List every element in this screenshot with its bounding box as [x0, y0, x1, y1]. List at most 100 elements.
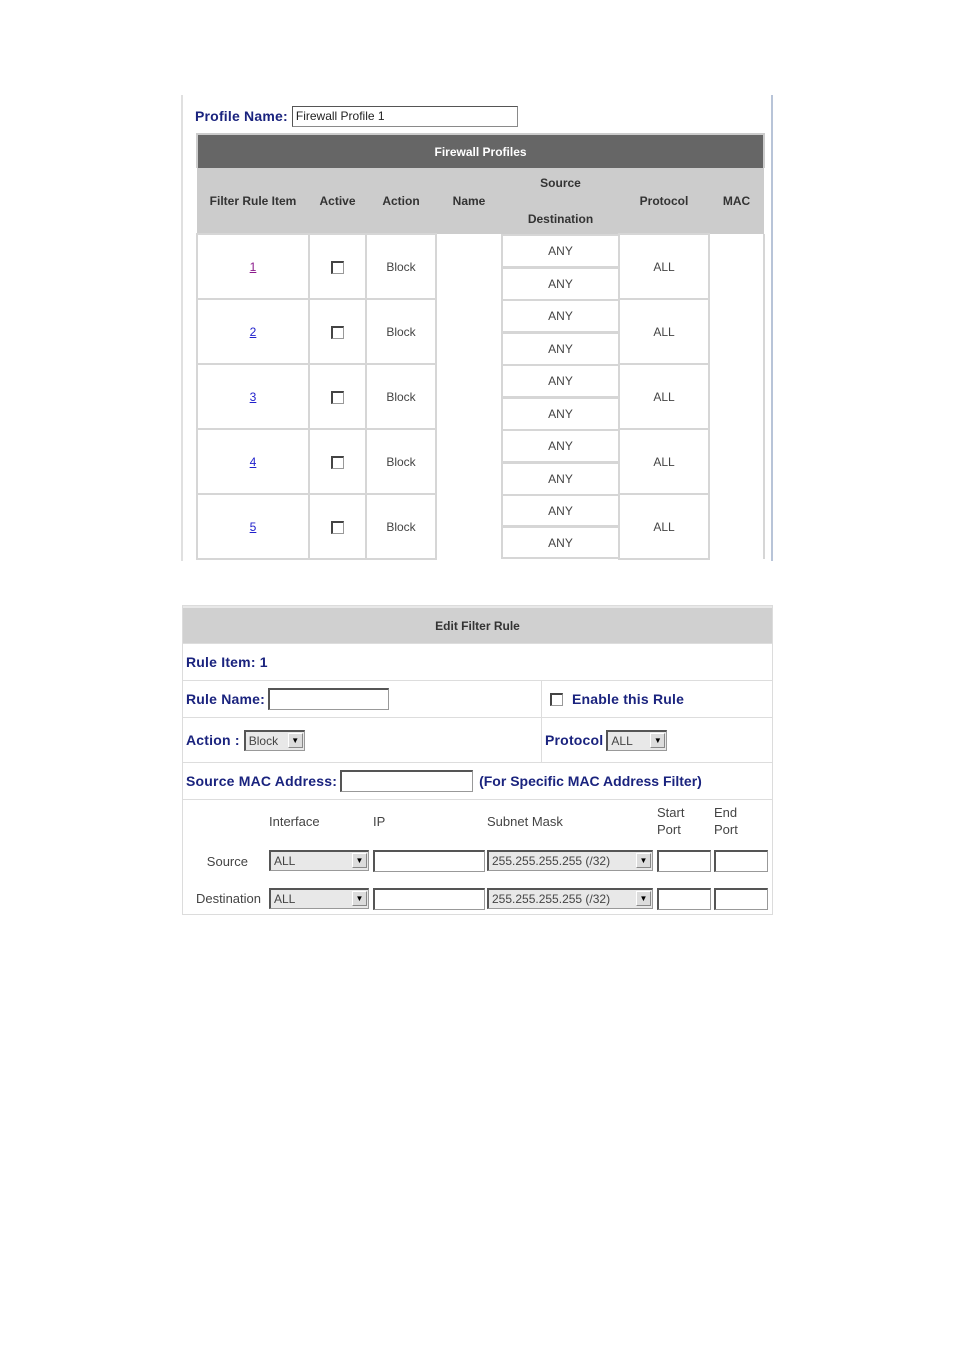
header-source-destination: Source Destination [502, 168, 619, 234]
destination-interface-value: ALL [274, 892, 296, 906]
source-mac-note: (For Specific MAC Address Filter) [479, 773, 702, 789]
rule-item-link[interactable]: 1 [250, 260, 257, 274]
rule-active-checkbox[interactable] [331, 390, 344, 404]
firewall-profiles-panel: Profile Name: Firewall Profiles Filter R… [181, 95, 773, 561]
source-mac-row: Source MAC Address: (For Specific MAC Ad… [183, 762, 772, 799]
rule-item-cell: 2 [196, 298, 310, 365]
rule-source-destination-cell: ANY ANY [501, 299, 620, 364]
table-title: Firewall Profiles [195, 133, 766, 168]
enable-rule-checkbox[interactable] [550, 692, 563, 706]
rule-name-cell [436, 364, 502, 429]
destination-ip-input[interactable] [373, 888, 485, 910]
source-end-port-input[interactable] [714, 850, 768, 872]
rule-mac-cell [709, 299, 766, 364]
rule-source: ANY [503, 429, 618, 461]
col-start-port-line2: Port [657, 822, 681, 837]
source-start-port-input[interactable] [657, 850, 711, 872]
rule-item-link[interactable]: 4 [250, 455, 257, 469]
rule-destination: ANY [503, 396, 618, 429]
action-protocol-row: Action : Block ▼ Protocol ALL ▼ [183, 717, 772, 762]
profile-name-row: Profile Name: [195, 105, 518, 127]
action-label: Action : [186, 732, 240, 748]
rule-source: ANY [503, 494, 618, 525]
rule-name-cell [436, 494, 502, 559]
destination-start-port-input[interactable] [657, 888, 711, 910]
rule-active-checkbox[interactable] [331, 325, 344, 339]
rule-action-cell: Block [365, 428, 437, 495]
rule-mac-cell [709, 364, 766, 429]
action-select-value: Block [248, 733, 279, 748]
rule-source: ANY [503, 234, 618, 266]
destination-subnet-select[interactable]: 255.255.255.255 (/32) ▼ [487, 888, 653, 909]
rule-active-checkbox[interactable] [331, 455, 344, 469]
col-subnet-mask: Subnet Mask [487, 814, 563, 829]
rule-protocol-cell: ALL [618, 493, 710, 560]
profile-name-input[interactable] [291, 105, 518, 127]
source-ip-input[interactable] [373, 850, 485, 872]
rule-source: ANY [503, 364, 618, 396]
rule-name-input[interactable] [268, 688, 390, 710]
header-protocol: Protocol [619, 168, 709, 234]
destination-interface-select[interactable]: ALL ▼ [269, 888, 369, 909]
rule-name-row: Rule Name: Enable this Rule [183, 680, 772, 717]
col-end-port-line2: Port [714, 822, 738, 837]
dropdown-arrow-icon: ▼ [352, 891, 367, 906]
rule-item-cell: 4 [196, 428, 310, 495]
rule-protocol-cell: ALL [618, 428, 710, 495]
source-mac-input[interactable] [340, 770, 474, 792]
rule-item-cell: 1 [196, 233, 310, 300]
rule-item-link[interactable]: 2 [250, 325, 257, 339]
rule-action-cell: Block [365, 233, 437, 300]
rule-destination: ANY [503, 266, 618, 299]
dropdown-arrow-icon: ▼ [352, 853, 367, 868]
header-source: Source [540, 176, 581, 190]
source-mac-label: Source MAC Address: [186, 773, 338, 789]
dropdown-arrow-icon: ▼ [636, 891, 651, 906]
rule-item-label: Rule Item: 1 [186, 654, 268, 670]
rule-item-link[interactable]: 3 [250, 390, 257, 404]
rule-source: ANY [503, 299, 618, 331]
rule-name-cell [436, 234, 502, 299]
rule-item-row: Rule Item: 1 [183, 643, 772, 680]
rule-active-cell [308, 493, 367, 560]
rule-item-cell: 3 [196, 363, 310, 430]
rule-source-destination-cell: ANY ANY [501, 364, 620, 429]
source-subnet-select[interactable]: 255.255.255.255 (/32) ▼ [487, 850, 653, 871]
source-interface-select[interactable]: ALL ▼ [269, 850, 369, 871]
destination-end-port-input[interactable] [714, 888, 768, 910]
profile-name-label: Profile Name: [195, 108, 288, 124]
rule-active-cell [308, 363, 367, 430]
rule-active-checkbox[interactable] [331, 260, 344, 274]
protocol-label: Protocol [545, 732, 604, 748]
table-row: 3 Block ANY ANY ALL [196, 363, 766, 430]
rule-destination: ANY [503, 525, 618, 557]
address-section: Interface IP Subnet Mask Start Port End … [183, 799, 772, 915]
dropdown-arrow-icon: ▼ [636, 853, 651, 868]
rule-destination: ANY [503, 331, 618, 364]
rule-protocol-cell: ALL [618, 363, 710, 430]
edit-filter-rule-title: Edit Filter Rule [183, 606, 772, 643]
rule-action-cell: Block [365, 298, 437, 365]
rule-source-destination-cell: ANY ANY [501, 494, 620, 559]
dropdown-arrow-icon: ▼ [650, 732, 666, 748]
rule-mac-cell [709, 429, 766, 494]
table-row: 2 Block ANY ANY ALL [196, 298, 766, 365]
rule-item-link[interactable]: 5 [250, 520, 257, 534]
rule-source-destination-cell: ANY ANY [501, 429, 620, 494]
header-mac: MAC [709, 168, 765, 234]
rule-protocol-cell: ALL [618, 233, 710, 300]
rule-protocol-cell: ALL [618, 298, 710, 365]
rule-source-destination-cell: ANY ANY [501, 234, 620, 299]
firewall-profiles-table: Firewall Profiles Filter Rule Item Activ… [195, 133, 766, 560]
source-interface-value: ALL [274, 854, 296, 868]
rule-active-checkbox[interactable] [331, 520, 344, 534]
protocol-select-value: ALL [611, 733, 633, 748]
action-select[interactable]: Block ▼ [243, 729, 305, 751]
rule-action-cell: Block [365, 363, 437, 430]
enable-rule-label: Enable this Rule [572, 691, 685, 707]
col-ip: IP [373, 814, 386, 829]
protocol-select[interactable]: ALL ▼ [606, 729, 668, 751]
rule-mac-cell [709, 234, 766, 299]
col-start-port-line1: Start [657, 805, 685, 820]
destination-subnet-value: 255.255.255.255 (/32) [492, 892, 611, 906]
